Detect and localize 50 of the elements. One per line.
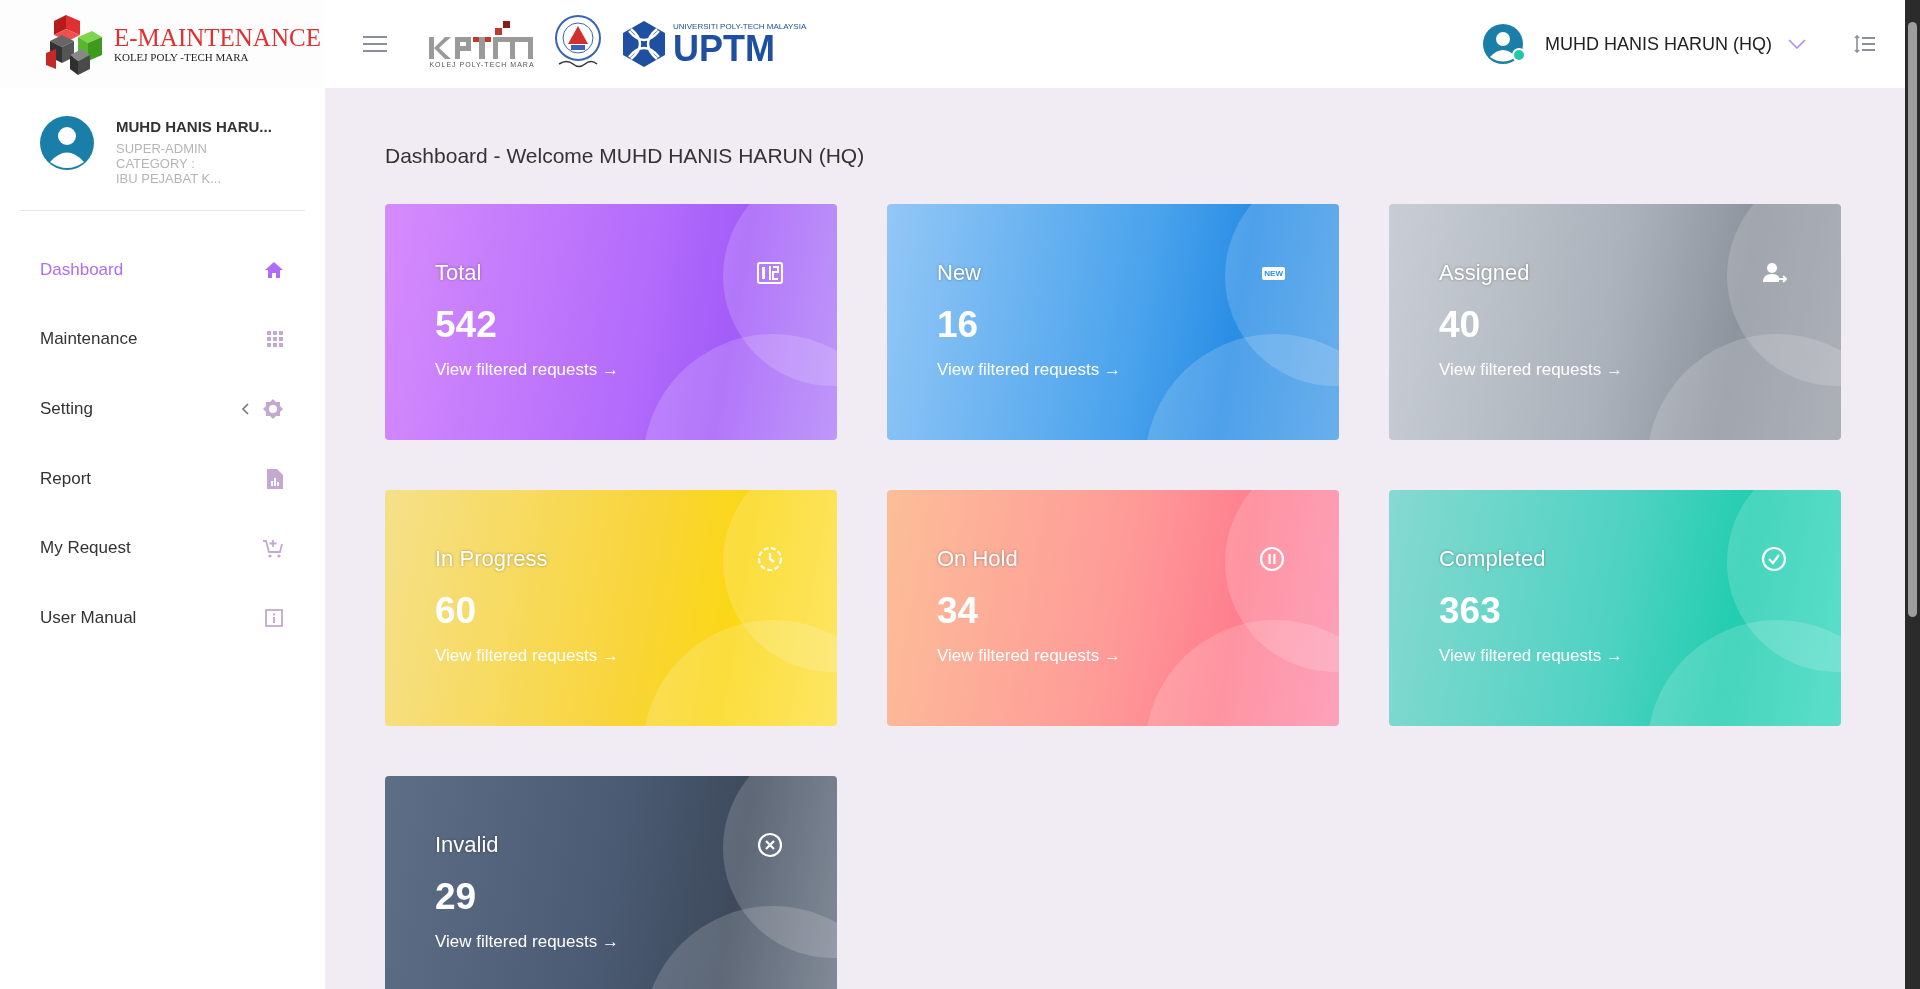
sidebar-item[interactable]: Setting [0, 374, 325, 444]
report-icon [267, 468, 283, 489]
sidebar-item[interactable]: My Request [0, 513, 325, 583]
profile-category-label: CATEGORY : [116, 156, 196, 171]
card-count: 34 [937, 590, 980, 632]
sort-lines-icon[interactable] [1854, 35, 1876, 53]
grid-icon [267, 331, 283, 348]
cart-add-icon [263, 538, 283, 559]
card-count: 40 [1439, 304, 1482, 346]
card-count: 29 [435, 876, 478, 918]
sidebar-item[interactable]: Dashboard [0, 235, 325, 305]
card-title: Completed [1439, 546, 1546, 572]
brand-subtitle: KOLEJ POLY -TECH MARA [114, 51, 250, 63]
card-title: In Progress [435, 546, 548, 572]
card-title: New [937, 260, 981, 286]
profile-role: SUPER-ADMIN [116, 141, 208, 156]
logo-caption: UNIVERSITI POLY-TECH MALAYSIA [673, 21, 807, 31]
close-circle-icon [757, 832, 783, 858]
user-menu[interactable]: MUHD HANIS HARUN (HQ) [1483, 24, 1806, 64]
card-title: Assigned [1439, 260, 1530, 286]
brand-title: E-MAINTENANCE [114, 25, 321, 51]
scrollbar[interactable] [1905, 0, 1920, 989]
sidebar-item[interactable]: Report [0, 443, 325, 514]
info-icon [265, 608, 283, 627]
pause-icon [1259, 546, 1285, 572]
profile-category: IBU PEJABAT K... [116, 171, 222, 186]
card-title: Invalid [435, 832, 499, 858]
check-circle-icon [1761, 546, 1787, 572]
new-badge-icon: NEW [1262, 266, 1285, 280]
user-arrow-icon [1763, 262, 1787, 284]
card-count: 542 [435, 304, 498, 346]
sidebar-item[interactable]: Maintenance [0, 304, 325, 375]
view-requests-link[interactable]: View filtered requests → [435, 932, 619, 952]
page-title: Dashboard - Welcome MUHD HANIS HARUN (HQ) [385, 144, 866, 168]
logo-wordmark: UPTM [673, 30, 775, 67]
sidebar-item[interactable]: User Manual [0, 582, 325, 653]
avatar-icon [1483, 24, 1523, 64]
card-title: Total [435, 260, 482, 286]
card-count: 16 [937, 304, 980, 346]
home-icon [265, 261, 283, 278]
chevron-down-icon [1788, 39, 1806, 49]
gear-icon [263, 399, 283, 419]
avatar-icon [40, 116, 94, 170]
menu-icon[interactable] [363, 35, 387, 53]
clock-icon [757, 546, 783, 572]
numbers-icon [757, 262, 783, 284]
profile-name: MUHD HANIS HARU... [116, 118, 272, 135]
card-count: 363 [1439, 590, 1502, 632]
card-title: On Hold [937, 546, 1018, 572]
card-count: 60 [435, 590, 478, 632]
